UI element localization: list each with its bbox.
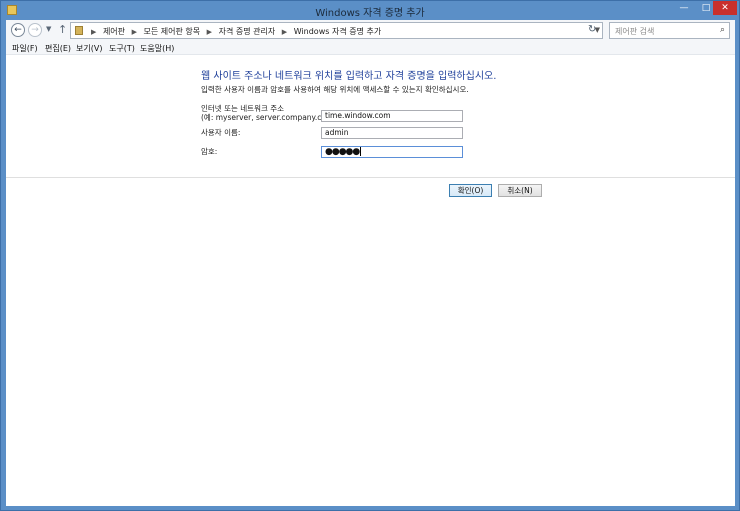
chevron-right-icon[interactable]: ▶ xyxy=(132,28,137,36)
address-example-label: (예: myserver, server.company.com): xyxy=(201,113,339,122)
page-title: 웹 사이트 주소나 네트워크 위치를 입력하고 자격 증명을 입력하십시오. xyxy=(201,71,497,82)
menu-file[interactable]: 파일(F) xyxy=(12,43,38,54)
page-description: 입력한 사용자 이름과 암호를 사용하여 해당 위치에 액세스할 수 있는지 확… xyxy=(201,85,469,94)
search-icon[interactable]: ⌕ xyxy=(720,25,725,35)
close-button[interactable]: ✕ xyxy=(713,1,737,15)
recent-locations-chevron-icon[interactable]: ▼ xyxy=(46,25,51,33)
menu-tools[interactable]: 도구(T) xyxy=(109,43,135,54)
breadcrumb-item[interactable]: 제어판 xyxy=(103,27,125,36)
breadcrumb-item[interactable]: 자격 증명 관리자 xyxy=(219,27,276,36)
client-area: ← → ▼ ↑ ▶ 제어판 ▶ 모든 제어판 항목 ▶ 자격 증명 관리자 ▶ … xyxy=(6,20,735,506)
chevron-right-icon[interactable]: ▶ xyxy=(207,28,212,36)
back-arrow-icon[interactable]: ← xyxy=(11,23,25,37)
window-title: Windows 자격 증명 추가 xyxy=(315,8,425,19)
username-label: 사용자 이름: xyxy=(201,128,241,137)
divider xyxy=(6,177,735,178)
address-label: 인터넷 또는 네트워크 주소 xyxy=(201,104,285,113)
password-mask: ●●●●● xyxy=(325,147,360,157)
minimize-button[interactable]: — xyxy=(673,1,695,15)
text-caret xyxy=(360,147,362,156)
network-address-field[interactable]: time.window.com xyxy=(321,110,463,122)
address-bar[interactable]: ▶ 제어판 ▶ 모든 제어판 항목 ▶ 자격 증명 관리자 ▶ Windows … xyxy=(70,22,603,39)
navigation-bar: ← → ▼ ↑ ▶ 제어판 ▶ 모든 제어판 항목 ▶ 자격 증명 관리자 ▶ … xyxy=(6,20,735,42)
forward-arrow-icon[interactable]: → xyxy=(28,23,42,37)
up-arrow-icon[interactable]: ↑ xyxy=(58,23,67,36)
breadcrumb-item[interactable]: Windows 자격 증명 추가 xyxy=(294,27,382,36)
chevron-right-icon[interactable]: ▶ xyxy=(91,28,96,36)
chevron-right-icon[interactable]: ▶ xyxy=(282,28,287,36)
menu-view[interactable]: 보기(V) xyxy=(76,43,102,54)
password-label: 암호: xyxy=(201,147,218,156)
search-input[interactable]: 제어판 검색 ⌕ xyxy=(609,22,730,39)
menu-bar: 파일(F) 편집(E) 보기(V) 도구(T) 도움말(H) xyxy=(6,42,735,55)
ok-button[interactable]: 확인(O) xyxy=(449,184,492,197)
cancel-button[interactable]: 취소(N) xyxy=(498,184,542,197)
search-placeholder: 제어판 검색 xyxy=(615,27,655,36)
password-field[interactable]: ●●●●● xyxy=(321,146,463,158)
breadcrumb-item[interactable]: 모든 제어판 항목 xyxy=(144,27,201,36)
refresh-icon[interactable]: ↻ xyxy=(588,24,596,35)
title-bar[interactable]: Windows 자격 증명 추가 — □ ✕ xyxy=(1,1,739,19)
control-panel-icon xyxy=(75,26,83,35)
menu-edit[interactable]: 편집(E) xyxy=(45,43,71,54)
username-field[interactable]: admin xyxy=(321,127,463,139)
breadcrumb: ▶ 제어판 ▶ 모든 제어판 항목 ▶ 자격 증명 관리자 ▶ Windows … xyxy=(87,26,381,37)
menu-help[interactable]: 도움말(H) xyxy=(140,43,174,54)
window-frame: Windows 자격 증명 추가 — □ ✕ ← → ▼ ↑ ▶ 제어판 ▶ 모… xyxy=(0,0,740,511)
